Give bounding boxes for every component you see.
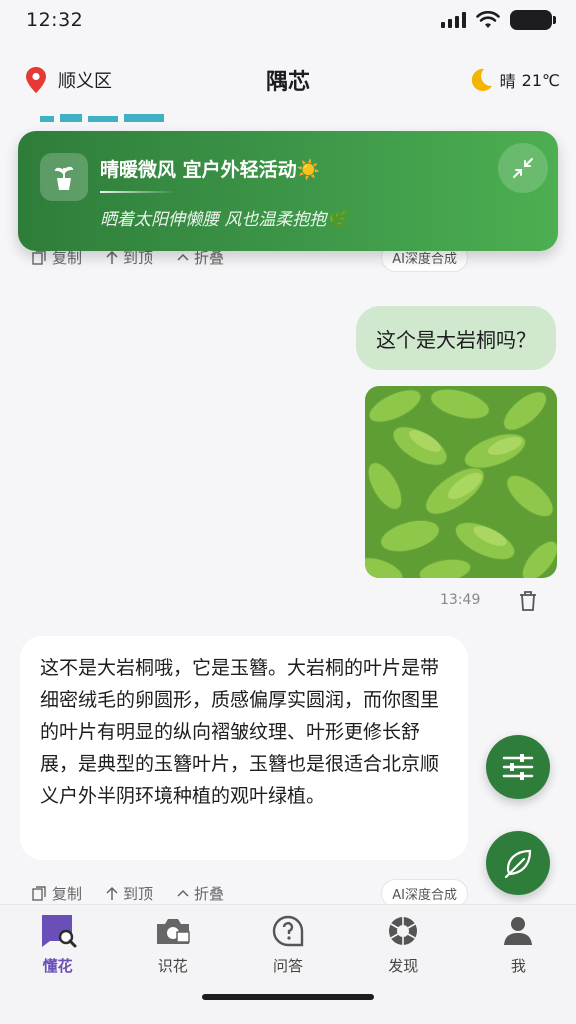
location-selector[interactable]: 顺义区 — [26, 67, 112, 93]
copy-icon — [32, 249, 46, 265]
user-photo-hosta[interactable] — [365, 386, 557, 578]
tab-dong-hua[interactable]: 懂花 — [0, 913, 115, 989]
header: 顺义区 隅芯 晴 21℃ — [0, 48, 576, 112]
arrow-up-icon — [106, 250, 118, 264]
banner-title: 晴暖微风 宜户外轻活动☀️ — [100, 159, 321, 181]
battery-icon — [510, 10, 556, 30]
weather-tip-banner[interactable]: 晴暖微风 宜户外轻活动☀️ 晒着太阳伸懒腰 风也温柔抱抱🌿 — [18, 131, 558, 251]
tab-wen-da[interactable]: 问答 — [230, 913, 345, 989]
status-bar: 12:32 — [0, 0, 576, 40]
trash-icon[interactable] — [518, 590, 538, 612]
signal-icon — [441, 12, 466, 28]
tab-wo[interactable]: 我 — [461, 913, 576, 989]
status-time: 12:32 — [26, 9, 84, 31]
bot-message-bubble: 这不是大岩桐哦，它是玉簪。大岩桐的叶片是带细密绒毛的卵圆形，质感偏厚实圆润，而你… — [20, 636, 468, 860]
bot-message-text: 这不是大岩桐哦，它是玉簪。大岩桐的叶片是带细密绒毛的卵圆形，质感偏厚实圆润，而你… — [40, 657, 440, 807]
weather-widget: 晴 21℃ — [466, 66, 560, 94]
copy-button[interactable]: 复制 — [32, 883, 82, 904]
to-top-button[interactable]: 到顶 — [106, 883, 153, 904]
sliders-icon — [502, 754, 534, 780]
temperature: 21℃ — [521, 70, 560, 90]
weather-condition: 晴 — [499, 72, 516, 91]
arrow-up-icon — [106, 886, 118, 900]
leaf-button[interactable] — [486, 831, 550, 895]
status-icons — [441, 10, 556, 30]
question-bubble-icon — [268, 913, 308, 949]
collapse-button[interactable]: 折叠 — [177, 883, 224, 904]
bottom-tab-bar: 懂花 识花 问答 发现 我 — [0, 904, 576, 1024]
chat-search-icon — [38, 913, 78, 949]
tab-fa-xian[interactable]: 发现 — [346, 913, 461, 989]
user-message-text: 这个是大岩桐吗？ — [376, 327, 536, 352]
home-indicator[interactable] — [202, 994, 374, 1000]
aperture-icon — [383, 913, 423, 949]
collapse-arrows-icon — [513, 158, 533, 178]
person-icon — [498, 913, 538, 949]
filter-button[interactable] — [486, 735, 550, 799]
chevron-up-icon — [177, 889, 189, 897]
ai-generated-badge: AI深度合成 — [381, 878, 468, 904]
copy-icon — [32, 885, 46, 901]
location-pin-icon — [26, 67, 46, 93]
camera-icon — [153, 913, 193, 949]
location-label: 顺义区 — [58, 71, 112, 92]
potted-plant-icon — [40, 153, 88, 201]
collapse-banner-button[interactable] — [498, 143, 548, 193]
banner-subtitle: 晒着太阳伸懒腰 风也温柔抱抱🌿 — [100, 210, 348, 230]
message-timestamp: 13:49 — [440, 592, 481, 608]
leaf-icon — [504, 849, 532, 879]
tab-shi-hua[interactable]: 识花 — [115, 913, 230, 989]
chevron-up-icon — [177, 253, 189, 261]
wifi-icon — [476, 11, 500, 28]
user-message-bubble: 这个是大岩桐吗？ — [356, 306, 556, 370]
crescent-moon-icon — [471, 68, 492, 91]
previous-message-fragment — [40, 112, 170, 128]
message-actions-bottom: 复制 到顶 折叠 AI深度合成 — [32, 878, 468, 904]
banner-divider — [100, 191, 176, 193]
